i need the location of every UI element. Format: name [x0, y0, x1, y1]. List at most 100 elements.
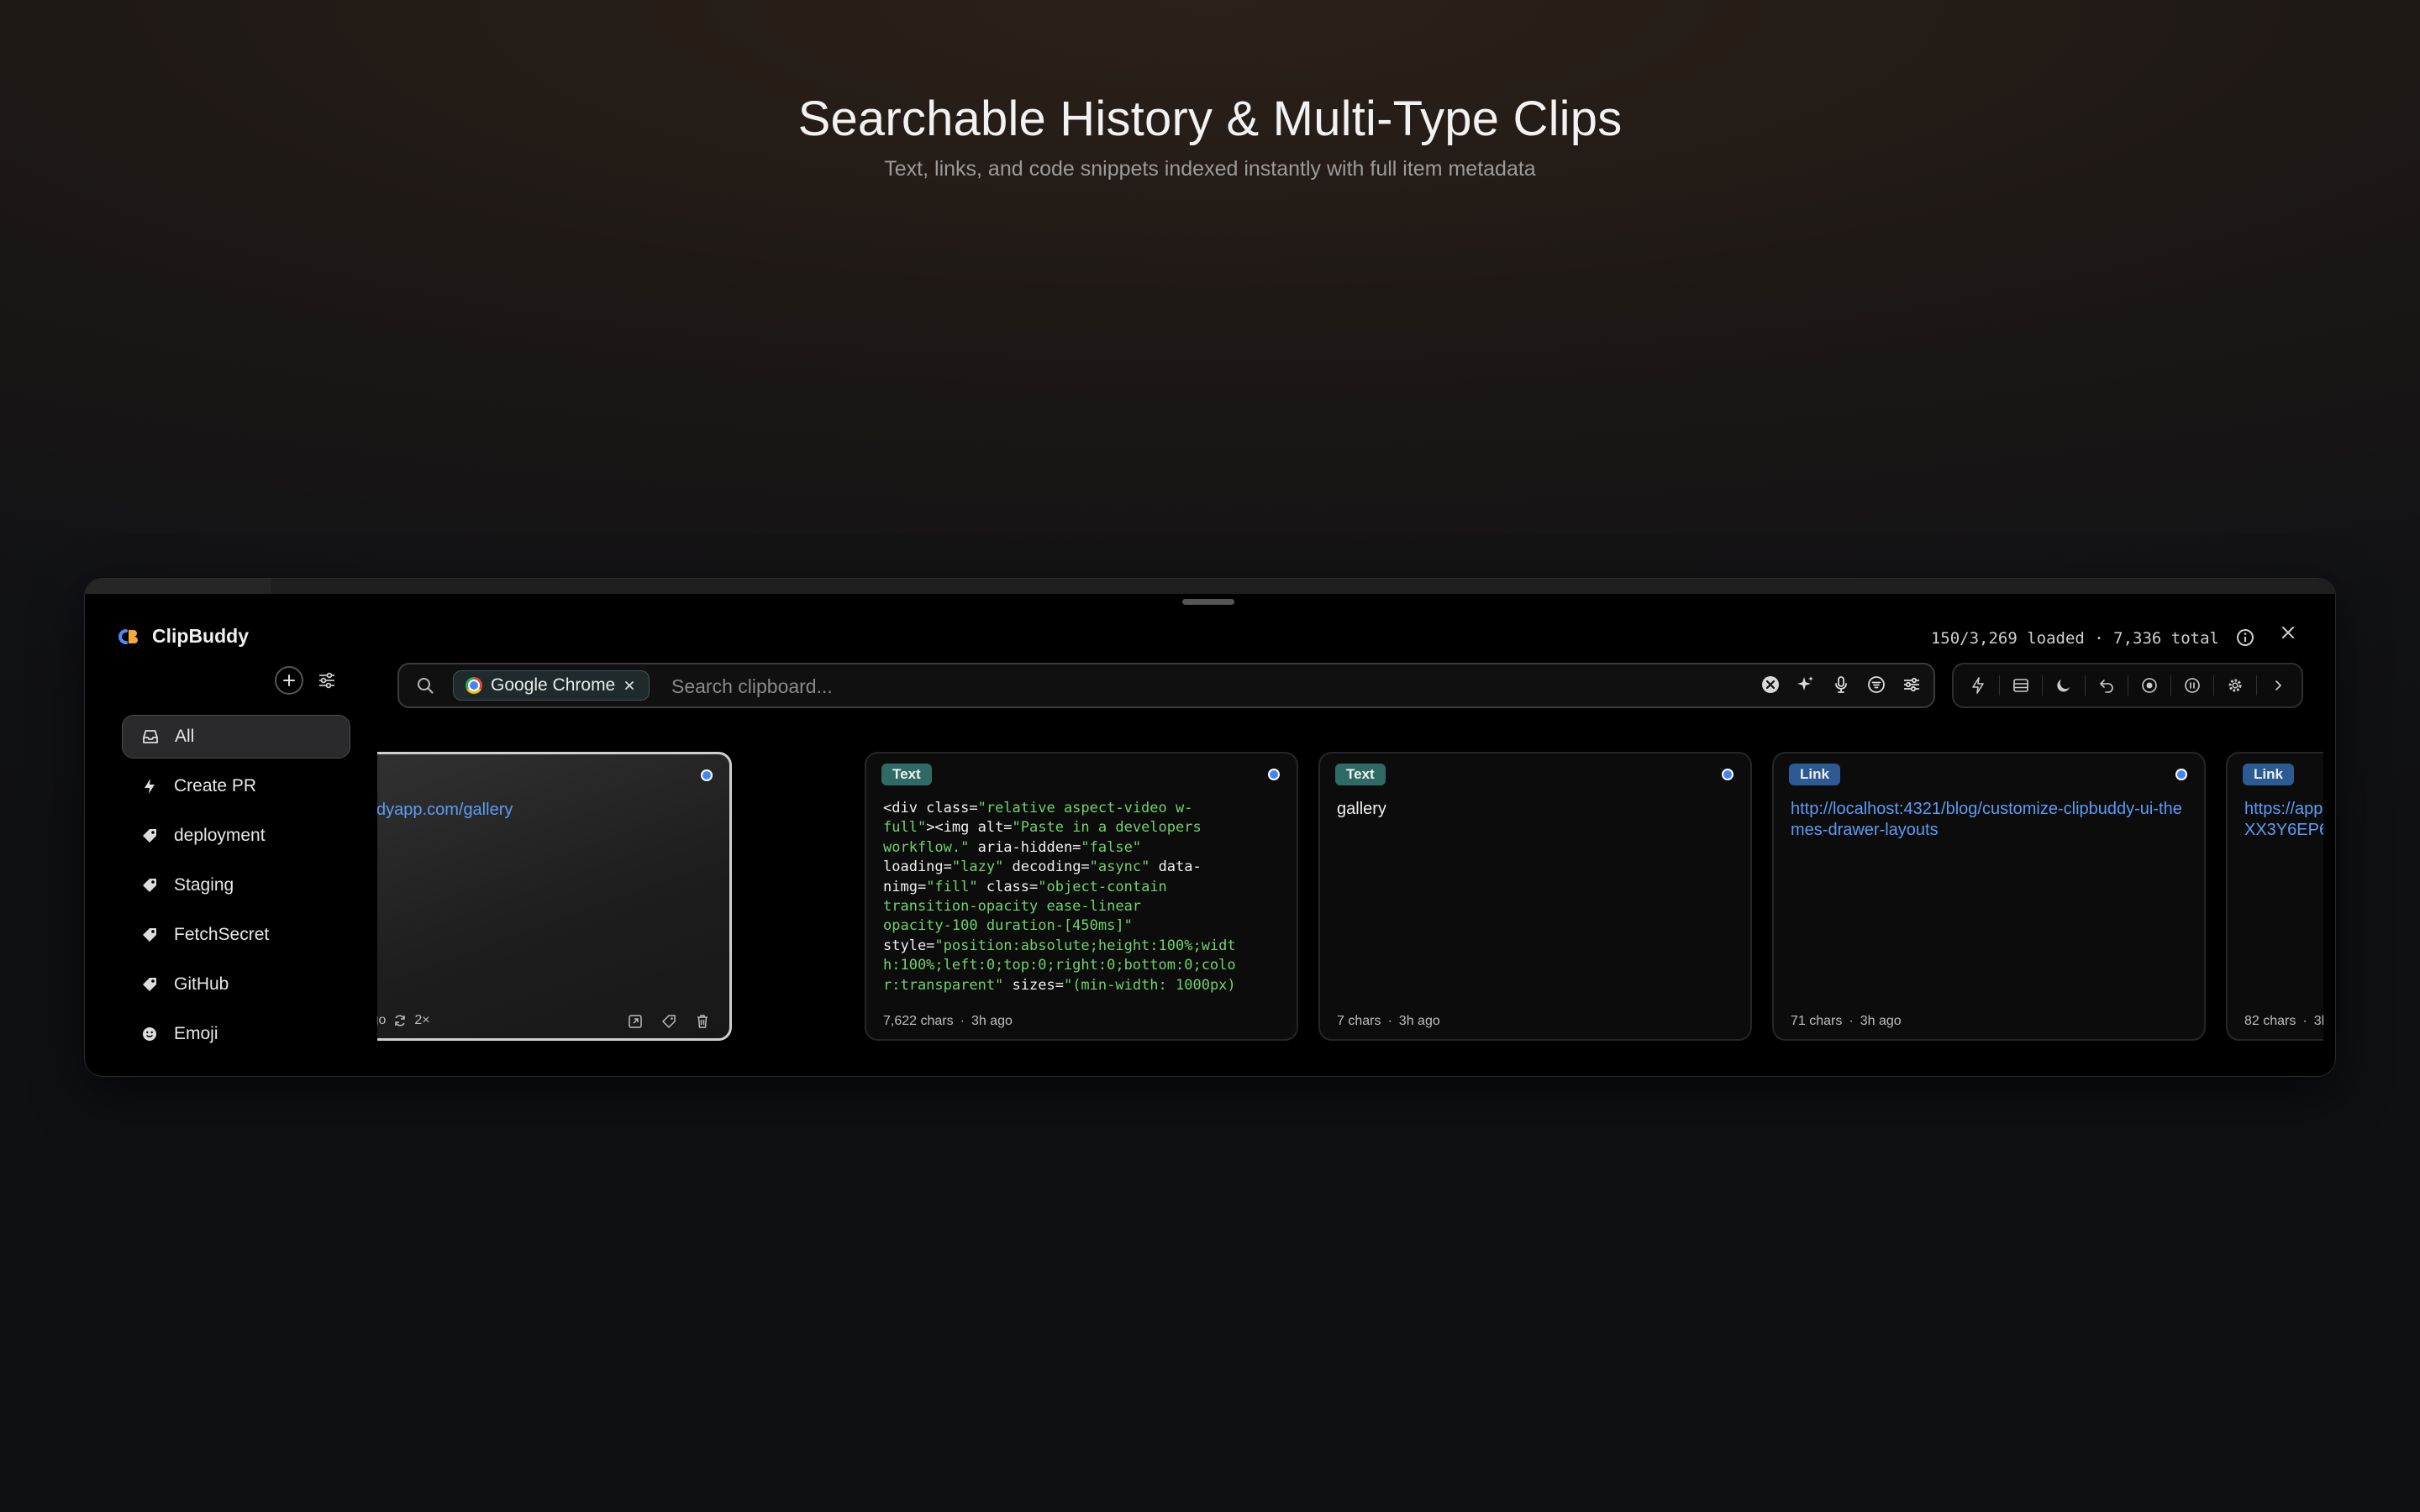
clip-content: http://localhost:4321/blog/customize-cli…: [1791, 800, 2182, 839]
clipbuddy-window: ClipBuddy 150/3,269 loaded · 7,336 total…: [84, 578, 2336, 1077]
clip-card[interactable]: Text gallery 7 chars · 3h ago: [1318, 752, 1752, 1041]
plus-icon: [283, 675, 295, 686]
toolbar-divider: [2041, 675, 2043, 696]
app-logo: ClipBuddy: [115, 625, 249, 648]
clip-code-preview: <div class="relative aspect-video w- ful…: [883, 799, 1283, 995]
sliders-icon[interactable]: [317, 670, 337, 690]
clip-card[interactable]: Link s://clipbuddyapp.com/gallery hars· …: [377, 752, 732, 1041]
sidebar-tools: [275, 666, 337, 695]
sidebar-item-github[interactable]: GitHub: [122, 963, 350, 1006]
sidebar-item-deployment[interactable]: deployment: [122, 814, 350, 858]
clip-meta: 7 chars · 3h ago: [1337, 1014, 1440, 1029]
source-app-icon: [1265, 765, 1283, 784]
clip-content: gallery: [1337, 800, 1386, 818]
hero-subtitle: Text, links, and code snippets indexed i…: [884, 157, 1536, 181]
layout-rows-icon[interactable]: [2011, 675, 2031, 696]
tag-icon: [140, 827, 159, 845]
inbox-icon: [141, 727, 160, 746]
code-line-6: transition-opacity ease-linear: [883, 898, 1142, 916]
adjust-icon[interactable]: [1902, 675, 1922, 695]
char-count: 71 chars: [1791, 1014, 1843, 1028]
quick-toolbar: [1952, 663, 2303, 708]
clip-meta: hars· 3h ago 2×: [377, 1013, 430, 1028]
chevron-right-icon[interactable]: [2268, 675, 2288, 696]
repeat-icon: [395, 1015, 406, 1026]
meta-separator: ·: [2302, 1014, 2307, 1028]
hero: Searchable History & Multi-Type Clips Te…: [0, 91, 2420, 181]
record-icon[interactable]: [2139, 675, 2160, 696]
clip-meta: 7,622 chars · 3h ago: [883, 1014, 1013, 1029]
code-line-3: workflow." aria-hidden="false": [883, 838, 1142, 856]
filter-lines-icon[interactable]: [1866, 675, 1886, 695]
search-tools: [1760, 675, 1922, 695]
info-icon[interactable]: [2236, 628, 2254, 647]
clip-meta: 82 chars· 3h ago 2: [2244, 1014, 2323, 1029]
sidebar-item-label: Create PR: [174, 776, 257, 795]
window-topbar: [85, 579, 2335, 594]
sparkle-icon[interactable]: [1796, 675, 1816, 695]
card-actions: [627, 1013, 711, 1030]
microphone-icon[interactable]: [1831, 675, 1851, 695]
timestamp: 3h ago: [2313, 1014, 2323, 1028]
add-collection-button[interactable]: [275, 666, 303, 695]
clip-card[interactable]: Text <div class="relative aspect-video w…: [865, 752, 1298, 1041]
type-badge: Text: [1335, 764, 1386, 785]
tag-icon: [140, 926, 159, 944]
undo-icon[interactable]: [2096, 675, 2117, 696]
remove-filter-icon[interactable]: [623, 680, 635, 691]
code-line-10: r:transparent" sizes="(min-width: 1000px…: [883, 976, 1236, 994]
clear-search-icon[interactable]: [1760, 675, 1781, 695]
toolbar-divider: [2084, 675, 2086, 696]
type-badge: Link: [2243, 764, 2294, 785]
close-icon[interactable]: [2278, 622, 2298, 643]
sidebar-item-label: FetchSecret: [174, 925, 270, 944]
code-line-9: h:100%;left:0;top:0;right:0;bottom:0;col…: [883, 957, 1236, 974]
bolt-icon[interactable]: [1968, 675, 1988, 696]
sidebar-item-label: GitHub: [174, 974, 229, 994]
tag-icon: [140, 975, 159, 994]
sidebar: All Create PR deployment Staging FetchSe…: [122, 715, 350, 1062]
meta-separator: ·: [1387, 1014, 1392, 1028]
clip-cards: Link s://clipbuddyapp.com/gallery hars· …: [377, 752, 2323, 1044]
hero-title: Searchable History & Multi-Type Clips: [797, 92, 1623, 146]
source-app-icon: [697, 766, 716, 785]
trash-icon[interactable]: [694, 1013, 711, 1030]
sidebar-item-create-pr[interactable]: Create PR: [122, 764, 350, 808]
clip-card[interactable]: Link http://localhost:4321/blog/customiz…: [1772, 752, 2206, 1041]
source-app-icon: [1718, 765, 1737, 784]
search-input[interactable]: [670, 664, 1757, 708]
topbar-accent: [85, 579, 271, 594]
open-external-icon[interactable]: [627, 1013, 644, 1030]
gear-icon[interactable]: [2225, 675, 2245, 696]
toolbar-divider: [2170, 675, 2171, 696]
search-bar: Google Chrome: [397, 663, 1935, 708]
sidebar-item-staging[interactable]: Staging: [122, 864, 350, 907]
sidebar-item-all[interactable]: All: [122, 715, 350, 759]
app-name: ClipBuddy: [152, 625, 249, 647]
drag-handle[interactable]: [1182, 599, 1234, 605]
code-line-1: <div class="relative aspect-video w-: [883, 800, 1193, 816]
app-filter-label: Google Chrome: [491, 675, 616, 695]
clipbuddy-logo-icon: [118, 628, 138, 644]
char-count: 7,622 chars: [883, 1014, 954, 1028]
clip-content: s://clipbuddyapp.com/gallery: [377, 801, 513, 819]
load-stats: 150/3,269 loaded · 7,336 total: [1930, 629, 2219, 648]
char-count: 7 chars: [1337, 1014, 1381, 1028]
timestamp: 3h ago: [377, 1013, 387, 1027]
chrome-icon: [466, 677, 482, 694]
code-line-2: full"><img alt="Paste in a developers: [883, 819, 1202, 837]
smiley-icon: [140, 1025, 159, 1043]
type-badge: Text: [881, 764, 932, 785]
pause-icon[interactable]: [2182, 675, 2202, 696]
sidebar-item-fetchsecret[interactable]: FetchSecret: [122, 913, 350, 957]
tag-icon[interactable]: [660, 1013, 677, 1030]
sidebar-item-label: All: [175, 727, 195, 746]
moon-icon[interactable]: [2054, 675, 2074, 696]
clip-card[interactable]: Link https://apps.apple.com/redeem?ctx=o…: [2226, 752, 2323, 1041]
sidebar-item-emoji[interactable]: Emoji: [122, 1012, 350, 1056]
toolbar-divider: [2212, 675, 2214, 696]
app-filter-chip[interactable]: Google Chrome: [453, 670, 650, 701]
code-line-5: nimg="fill" class="object-contain: [883, 878, 1167, 895]
toolbar-divider: [1998, 675, 2000, 696]
code-line-7: opacity-100 duration-[450ms]": [883, 917, 1133, 935]
